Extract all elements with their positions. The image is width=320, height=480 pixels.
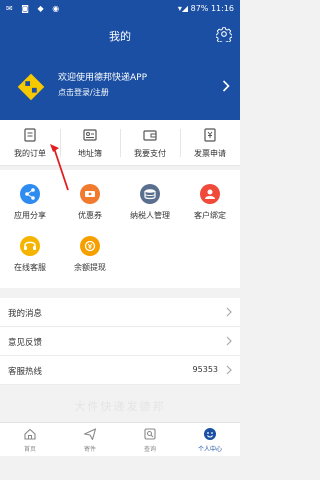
taxpayer-management-button[interactable]: 纳税人管理 [120,178,180,228]
invoice-icon [204,128,216,142]
tab-home[interactable]: 首页 [0,423,60,457]
menu-item-label: 我的消息 [8,309,43,319]
top-nav: 我的 [0,18,240,54]
profile-icon [204,428,216,440]
tab-profile[interactable]: 个人中心 [180,423,240,457]
chevron-right-icon [226,307,232,317]
tab-label: 首页 [23,446,36,453]
invoice-button[interactable]: 发票申请 [180,120,240,166]
chevron-right-icon [226,365,232,375]
menu-item-label: 意见反馈 [8,338,43,348]
battery-level: 87% [190,4,209,13]
notification-icons: ✉ ◙ ◆ ◉ [6,4,63,13]
quick-action-label: 发票申请 [194,149,226,158]
tab-query[interactable]: 查询 [120,423,180,457]
status-right: ▾◢ 87% 11:16 [178,4,234,13]
share-icon [20,184,40,204]
tab-label: 寄件 [83,446,96,453]
service-label: 应用分享 [14,211,46,220]
deppon-logo-icon [12,66,50,104]
quick-actions: 我的订单 地址簿 我要支付 发票申请 [0,120,240,166]
service-label: 客户绑定 [194,211,226,220]
clock: 11:16 [210,4,234,13]
menu-item-hotline[interactable]: 客服热线 95353 [0,356,240,385]
coupon-icon [80,184,100,204]
customer-bind-icon [200,184,220,204]
settings-menu: 我的消息 意见反馈 客服热线 95353 [0,298,240,385]
brand-slogan-watermark: 大件快递发德邦 [74,400,166,413]
online-service-icon [20,236,40,256]
menu-item-my-messages[interactable]: 我的消息 [0,298,240,327]
hotline-number: 95353 [192,365,218,374]
send-icon [83,428,97,441]
tab-send[interactable]: 寄件 [60,423,120,457]
services-grid: 应用分享 优惠券 纳税人管理 客户绑定 在线客服 余额提现 [0,170,240,288]
customer-binding-button[interactable]: 客户绑定 [180,178,240,228]
online-service-button[interactable]: 在线客服 [0,230,60,280]
balance-withdraw-button[interactable]: 余额提现 [60,230,120,280]
chevron-right-icon [226,336,232,346]
tab-label: 个人中心 [197,446,222,453]
order-icon [24,128,36,142]
bottom-tab-bar: 首页 寄件 查询 个人中心 [0,422,240,456]
wallet-icon [143,130,157,141]
taxpayer-icon [140,184,160,204]
service-label: 在线客服 [14,263,46,272]
pay-button[interactable]: 我要支付 [120,120,180,166]
login-register-link[interactable]: 点击登录/注册 [58,87,109,98]
status-bar: ✉ ◙ ◆ ◉ ▾◢ 87% 11:16 [0,0,240,18]
gear-icon[interactable] [216,26,232,42]
chevron-right-icon [222,80,230,92]
signal-icon: ▾◢ [177,4,189,13]
service-label: 纳税人管理 [130,211,170,220]
service-label: 优惠券 [78,211,102,220]
page-title: 我的 [109,30,131,43]
query-icon [144,428,156,440]
system-nav-area [0,456,240,480]
welcome-text: 欢迎使用德邦快递APP [58,73,148,83]
home-icon [24,428,36,440]
profile-login-banner[interactable]: 欢迎使用德邦快递APP 点击登录/注册 [0,54,240,120]
service-label: 余额提现 [74,263,106,272]
red-arrow-annotation-icon [50,144,69,191]
menu-item-label: 客服热线 [8,367,43,377]
address-book-icon [83,129,97,141]
withdraw-icon [80,236,100,256]
menu-item-feedback[interactable]: 意见反馈 [0,327,240,356]
quick-action-label: 我要支付 [134,149,166,158]
tab-label: 查询 [143,446,156,453]
